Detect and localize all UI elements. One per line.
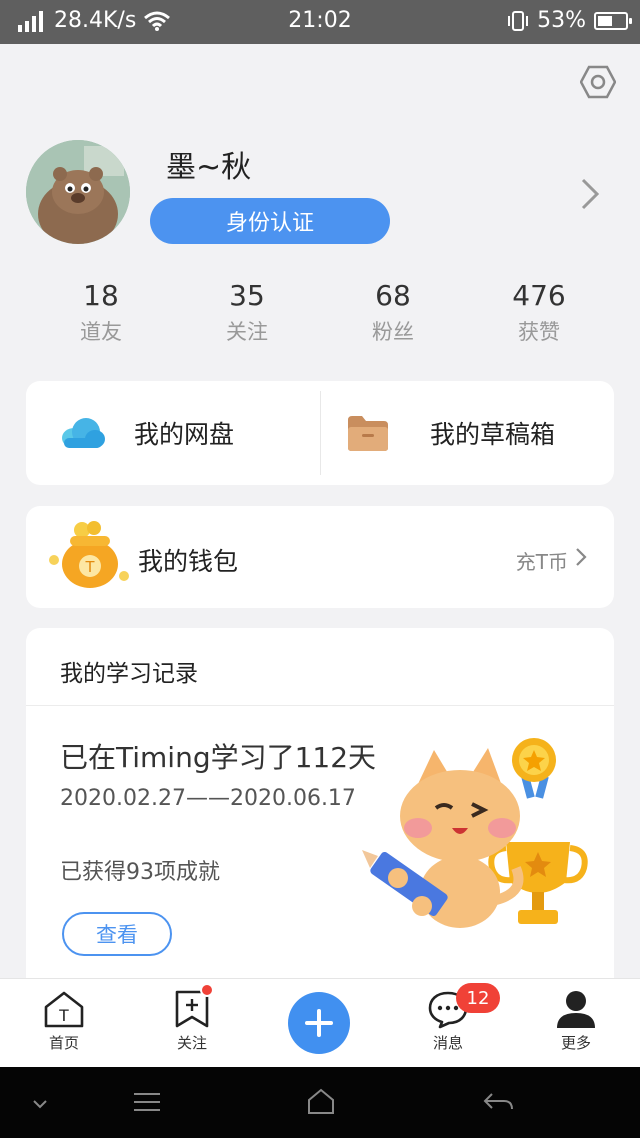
bear-avatar-image bbox=[26, 140, 130, 244]
drafts-entry[interactable]: 我的草稿箱 bbox=[346, 381, 555, 485]
chevron-right-icon[interactable] bbox=[574, 546, 588, 568]
tab-home-label: 首页 bbox=[48, 1034, 79, 1052]
bottom-tab-bar: T 首页 关注 消息 12 更多 bbox=[0, 978, 640, 1067]
dropdown-icon[interactable] bbox=[30, 1097, 50, 1111]
stat-value: 18 bbox=[83, 279, 119, 312]
home-nav-icon[interactable] bbox=[306, 1087, 336, 1115]
coin-bag-icon: T bbox=[49, 521, 129, 588]
menu-icon[interactable] bbox=[132, 1091, 162, 1113]
identity-verify-button[interactable]: 身份认证 bbox=[150, 198, 390, 244]
learning-record-card: 我的学习记录 已在Timing学习了112天 2020.02.27——2020.… bbox=[26, 628, 614, 1008]
stat-following[interactable]: 35 关注 bbox=[174, 280, 320, 350]
home-icon: T bbox=[44, 991, 84, 1028]
plus-icon bbox=[305, 1009, 333, 1037]
battery-percent: 53% bbox=[537, 8, 586, 33]
cloud-disk-entry[interactable]: 我的网盘 bbox=[60, 381, 234, 485]
follow-notification-dot bbox=[200, 983, 214, 997]
stat-value: 35 bbox=[229, 279, 265, 312]
status-bar: 28.4K/s 21:02 53% bbox=[0, 0, 640, 44]
system-nav-bar bbox=[0, 1067, 640, 1138]
battery-icon bbox=[594, 11, 632, 30]
stat-label: 关注 bbox=[226, 320, 268, 344]
chevron-right-icon[interactable] bbox=[578, 176, 602, 212]
learning-days: 已在Timing学习了112天 bbox=[60, 741, 377, 774]
tab-home[interactable]: T 首页 bbox=[19, 979, 109, 1068]
learning-header: 我的学习记录 bbox=[60, 661, 198, 687]
stat-value: 476 bbox=[512, 279, 566, 312]
settings-hexagon-icon[interactable] bbox=[580, 64, 616, 100]
learning-divider bbox=[26, 705, 614, 706]
person-icon bbox=[557, 991, 595, 1028]
cat-trophy-illustration bbox=[362, 738, 588, 928]
stat-label: 道友 bbox=[80, 320, 122, 344]
post-button[interactable] bbox=[288, 992, 350, 1054]
achievements-count: 已获得93项成就 bbox=[60, 860, 220, 885]
tab-more[interactable]: 更多 bbox=[531, 979, 621, 1068]
tab-more-label: 更多 bbox=[560, 1034, 591, 1052]
stat-likes[interactable]: 476 获赞 bbox=[466, 280, 612, 350]
learning-date-range: 2020.02.27——2020.06.17 bbox=[60, 786, 356, 811]
view-button[interactable]: 查看 bbox=[62, 912, 172, 956]
home-icon-letter: T bbox=[59, 1006, 69, 1025]
storage-card: 我的网盘 我的草稿箱 bbox=[26, 381, 614, 485]
folder-icon bbox=[348, 416, 388, 451]
messages-badge: 12 bbox=[456, 983, 500, 1013]
tab-messages-label: 消息 bbox=[432, 1034, 463, 1052]
recharge-t-coin-link[interactable]: 充T币 bbox=[516, 546, 568, 575]
drafts-label: 我的草稿箱 bbox=[430, 420, 556, 449]
coin-letter: T bbox=[85, 559, 95, 576]
wallet-card[interactable]: T 我的钱包 充T币 bbox=[26, 506, 614, 608]
tab-follow-label: 关注 bbox=[176, 1034, 207, 1052]
stat-value: 68 bbox=[375, 279, 411, 312]
stat-friends[interactable]: 18 道友 bbox=[28, 280, 174, 350]
profile-stats: 18 道友 35 关注 68 粉丝 476 获赞 bbox=[28, 280, 612, 350]
cloud-disk-label: 我的网盘 bbox=[134, 420, 235, 449]
battery-fill bbox=[598, 15, 612, 26]
username: 墨~秋 bbox=[166, 150, 252, 185]
status-right: 53% bbox=[507, 8, 632, 33]
avatar[interactable] bbox=[26, 140, 130, 244]
tab-follow[interactable]: 关注 bbox=[147, 979, 237, 1068]
stat-followers[interactable]: 68 粉丝 bbox=[320, 280, 466, 350]
stat-label: 获赞 bbox=[518, 320, 560, 344]
back-icon[interactable] bbox=[482, 1091, 514, 1113]
vibrate-icon bbox=[508, 10, 529, 31]
cloud-icon bbox=[62, 418, 105, 448]
stat-label: 粉丝 bbox=[372, 320, 414, 344]
wallet-title: 我的钱包 bbox=[138, 547, 239, 576]
storage-divider bbox=[320, 391, 321, 475]
